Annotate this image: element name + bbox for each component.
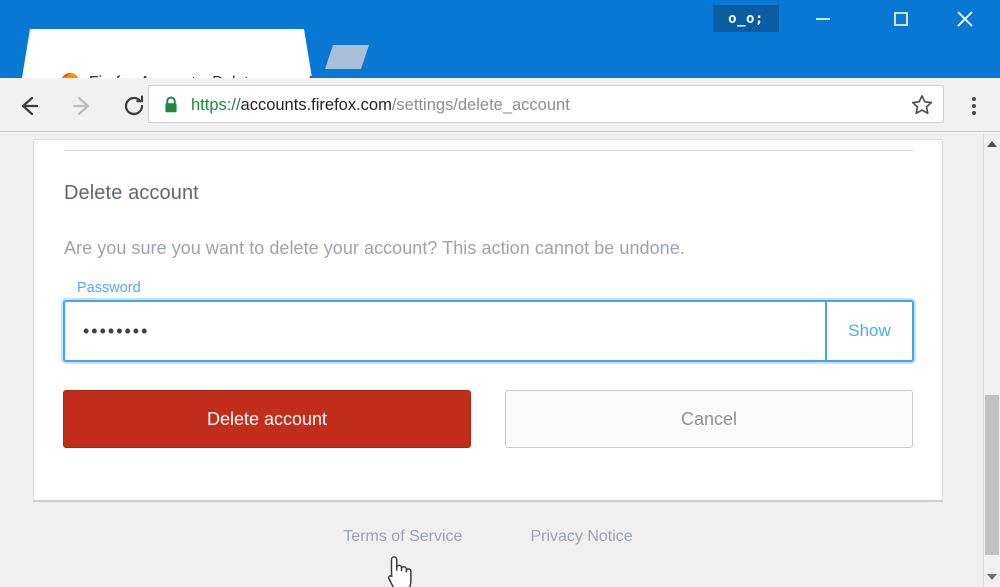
password-field-group: Show (63, 300, 914, 362)
triangle-down-icon (987, 573, 997, 580)
browser-window: Firefox Accounts: Delete ✕ o_o; (0, 0, 1000, 587)
page-description: Are you sure you want to delete your acc… (64, 238, 685, 258)
page-viewport: Delete account Are you sure you want to … (0, 133, 1000, 587)
url-text[interactable]: https://accounts.firefox.com/settings/de… (191, 93, 570, 117)
forward-button[interactable] (64, 88, 100, 124)
menu-dot (972, 104, 976, 108)
back-button[interactable] (11, 88, 47, 124)
close-button[interactable] (942, 0, 988, 38)
show-password-button[interactable]: Show (825, 302, 912, 360)
arrow-left-icon (21, 96, 39, 116)
url-host: accounts.firefox.com (240, 96, 392, 114)
scroll-up-button[interactable] (984, 135, 1000, 152)
mouse-cursor-pointer (383, 553, 413, 587)
settings-card: Delete account Are you sure you want to … (33, 139, 943, 502)
cancel-button[interactable]: Cancel (505, 390, 913, 448)
minimize-button[interactable] (800, 0, 846, 38)
star-outline-icon (911, 95, 933, 115)
url-scheme: https:// (191, 96, 241, 114)
scroll-down-button[interactable] (984, 568, 1000, 585)
delete-account-button[interactable]: Delete account (63, 390, 471, 448)
menu-dot (972, 111, 976, 115)
maximize-icon (894, 12, 908, 26)
triangle-up-icon (987, 140, 997, 147)
reload-icon (124, 95, 144, 115)
password-label: Password (77, 280, 141, 296)
maximize-button[interactable] (878, 0, 924, 38)
card-divider (64, 150, 913, 151)
address-bar[interactable]: https://accounts.firefox.com/settings/de… (148, 85, 944, 123)
url-path: /settings/delete_account (391, 96, 570, 114)
minimize-icon (816, 18, 830, 20)
browser-menu-button[interactable] (958, 88, 990, 124)
terms-of-service-link[interactable]: Terms of Service (343, 528, 462, 546)
reload-button[interactable] (116, 88, 152, 124)
scrollbar-thumb[interactable] (985, 395, 999, 555)
close-icon (957, 11, 973, 27)
page-title: Delete account (64, 182, 199, 204)
page-footer: Terms of Service Privacy Notice (33, 517, 943, 557)
arrow-right-icon (72, 96, 90, 116)
browser-tab[interactable]: Firefox Accounts: Delete ✕ (22, 29, 312, 78)
privacy-notice-link[interactable]: Privacy Notice (530, 528, 632, 546)
vertical-scrollbar[interactable] (983, 133, 1000, 587)
password-input[interactable] (65, 302, 825, 360)
lock-icon (163, 95, 179, 115)
menu-dot (972, 97, 976, 101)
bookmark-star-icon[interactable] (909, 92, 935, 118)
window-badge[interactable]: o_o; (713, 5, 779, 32)
